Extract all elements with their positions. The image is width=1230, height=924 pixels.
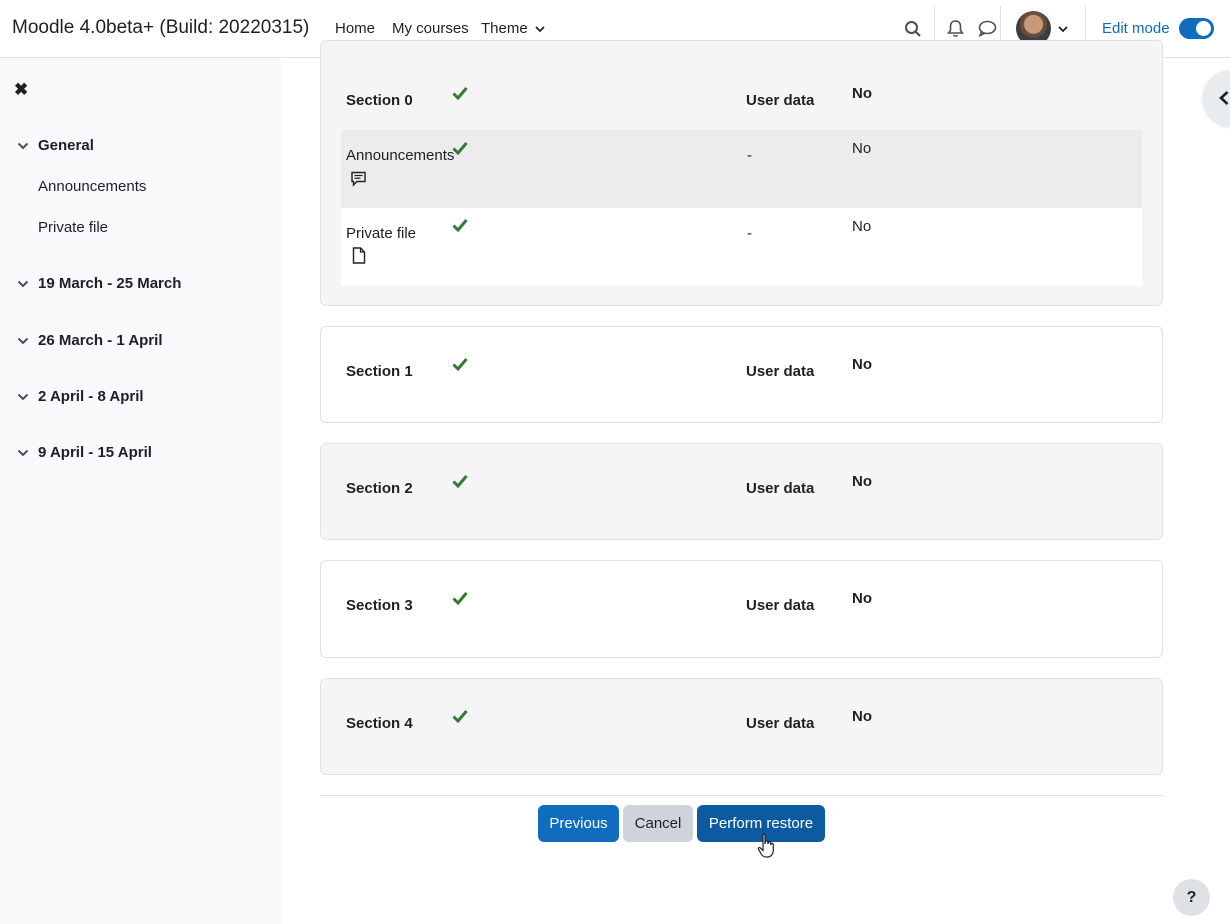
chat-icon[interactable] [978, 20, 997, 37]
drawer-section-title: 19 March - 25 March [38, 275, 182, 292]
hand-cursor-icon [757, 833, 774, 858]
user-data-value: No [852, 590, 872, 607]
activity-row: Announcements - No [341, 130, 1142, 208]
user-data-value: No [852, 356, 872, 373]
edit-mode-toggle[interactable] [1179, 18, 1214, 39]
activity-dash: - [747, 225, 752, 242]
drawer-section-title: 9 April - 15 April [38, 444, 152, 461]
check-icon [452, 710, 468, 723]
check-icon [452, 142, 468, 155]
nav-theme[interactable]: Theme [481, 20, 545, 37]
activity-user-data-value: No [852, 140, 872, 157]
user-data-label: User data [746, 480, 815, 497]
drawer-section-week-2[interactable]: 26 March - 1 April [16, 332, 162, 349]
previous-button[interactable]: Previous [538, 805, 619, 842]
check-icon [452, 358, 468, 371]
nav-theme-label: Theme [481, 20, 528, 37]
chevron-down-icon[interactable] [1058, 25, 1068, 33]
restore-section-2: Section 2 User data No [320, 443, 1163, 540]
section-title: Section 1 [346, 363, 413, 380]
check-icon [452, 87, 468, 100]
check-icon [452, 475, 468, 488]
drawer-item-announcements[interactable]: Announcements [38, 178, 146, 195]
activity-name: Announcements [346, 147, 455, 164]
file-icon [352, 247, 366, 264]
nav-my-courses[interactable]: My courses [392, 20, 469, 37]
drawer-section-week-1[interactable]: 19 March - 25 March [16, 275, 181, 292]
section-title: Section 3 [346, 597, 413, 614]
bell-icon[interactable] [947, 19, 964, 38]
drawer-section-title: 2 April - 8 April [38, 388, 144, 405]
block-drawer-toggle[interactable] [1203, 70, 1230, 126]
chevron-down-icon[interactable] [16, 336, 30, 346]
check-icon [452, 219, 468, 232]
activity-user-data-value: No [852, 218, 872, 235]
user-data-label: User data [746, 363, 815, 380]
drawer-section-week-3[interactable]: 2 April - 8 April [16, 388, 144, 405]
drawer-section-general[interactable]: General [16, 137, 94, 154]
restore-section-4: Section 4 User data No [320, 678, 1163, 775]
chevron-down-icon [535, 26, 545, 33]
user-data-label: User data [746, 597, 815, 614]
chevron-down-icon[interactable] [16, 141, 30, 151]
user-data-label: User data [746, 92, 815, 109]
site-brand[interactable]: Moodle 4.0beta+ (Build: 20220315) [12, 17, 309, 39]
forum-icon [351, 171, 366, 187]
section-title: Section 2 [346, 480, 413, 497]
check-icon [452, 592, 468, 605]
restore-section-3: Section 3 User data No [320, 560, 1163, 658]
help-button[interactable]: ? [1173, 879, 1210, 916]
activity-dash: - [747, 147, 752, 164]
chevron-down-icon[interactable] [16, 448, 30, 458]
restore-section-0: Section 0 User data No Announcements - N… [320, 40, 1163, 306]
user-data-value: No [852, 85, 872, 102]
activity-row: Private file - No [341, 208, 1142, 286]
nav-home[interactable]: Home [335, 20, 375, 37]
drawer-section-week-4[interactable]: 9 April - 15 April [16, 444, 152, 461]
chevron-left-icon [1219, 91, 1229, 105]
section-title: Section 0 [346, 92, 413, 109]
user-data-label: User data [746, 715, 815, 732]
search-icon[interactable] [904, 20, 922, 38]
drawer-item-private-file[interactable]: Private file [38, 219, 108, 236]
cancel-button[interactable]: Cancel [623, 805, 693, 842]
drawer-section-title: General [38, 137, 94, 154]
chevron-down-icon[interactable] [16, 392, 30, 402]
user-data-value: No [852, 708, 872, 725]
course-index-drawer: ✖ General Announcements Private file 19 … [0, 58, 281, 924]
user-data-value: No [852, 473, 872, 490]
drawer-section-title: 26 March - 1 April [38, 332, 163, 349]
buttons-divider [320, 795, 1163, 796]
edit-mode-label[interactable]: Edit mode [1102, 20, 1170, 37]
activity-name: Private file [346, 225, 417, 242]
section-title: Section 4 [346, 715, 413, 732]
close-icon[interactable]: ✖ [14, 80, 28, 100]
chevron-down-icon[interactable] [16, 279, 30, 289]
restore-section-1: Section 1 User data No [320, 326, 1163, 423]
